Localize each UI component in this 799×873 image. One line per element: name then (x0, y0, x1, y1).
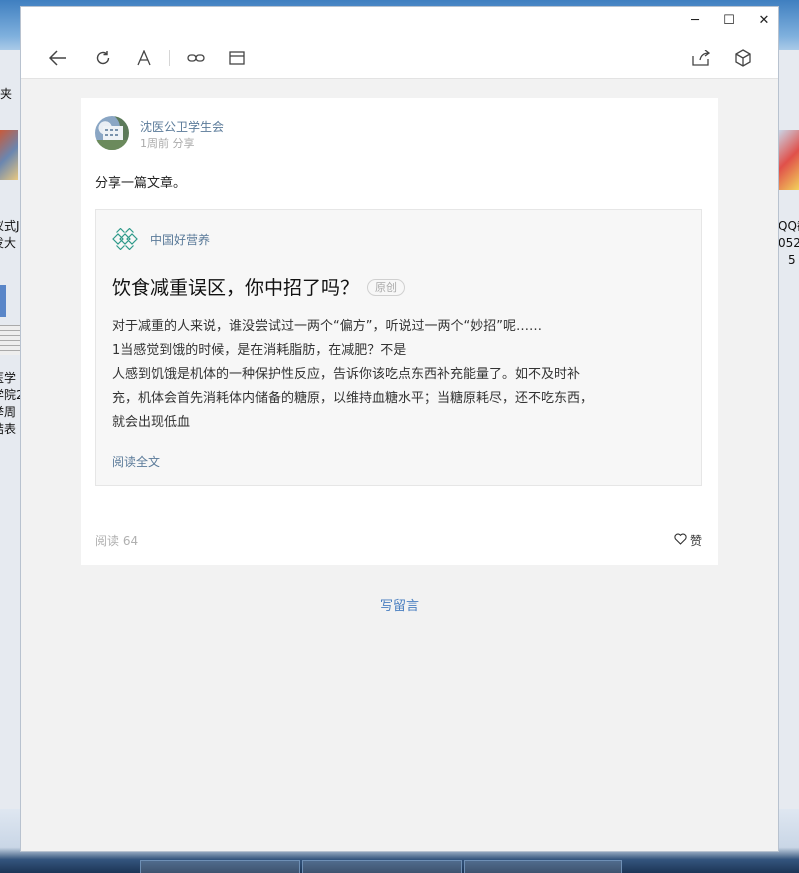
desktop-right-strip: QQ截 052 5 (778, 50, 799, 810)
taskbar-button[interactable] (140, 860, 300, 873)
read-count: 阅读 64 (95, 534, 139, 548)
desktop-file-label[interactable]: 5 (788, 252, 796, 269)
article-window: ─ ☐ ✕ 沈医公卫学生会 1周前 分享 分享一篇文章。 中国好营养 饮食减重误… (20, 6, 779, 852)
author-name[interactable]: 沈医公卫学生会 (140, 118, 224, 135)
desktop-file-label[interactable]: 发大 (0, 235, 20, 252)
article-title[interactable]: 饮食减重误区，你中招了吗？ 原创 (112, 273, 406, 300)
back-arrow-icon[interactable] (47, 47, 69, 69)
refresh-icon[interactable] (92, 47, 114, 69)
window-icon[interactable] (226, 47, 248, 69)
like-label: 赞 (689, 534, 702, 548)
desktop-file-label[interactable]: 医学 (0, 370, 20, 387)
read-full-link[interactable]: 阅读全文 (112, 453, 160, 470)
post-card: 沈医公卫学生会 1周前 分享 分享一篇文章。 中国好营养 饮食减重误区，你中招了… (81, 98, 718, 565)
source-name[interactable]: 中国好营养 (150, 231, 210, 248)
excerpt-line: 人感到饥饿是机体的一种保护性反应，告诉你该吃点东西补充能量了。如不及时补 (112, 367, 581, 382)
title-bar: ─ ☐ ✕ (21, 7, 778, 37)
desktop-file-label[interactable]: 052 (778, 235, 799, 252)
desktop-file-label[interactable]: 学院2 (0, 387, 20, 404)
excerpt-line: 对于减重的人来说，谁没尝试过一两个“偏方”，听说过一两个“妙招”呢…… (112, 319, 542, 334)
post-meta: 1周前 分享 (140, 137, 195, 150)
desktop-file-thumbnail[interactable] (0, 130, 18, 180)
avatar[interactable] (95, 116, 129, 150)
desktop-label: 夹 (0, 87, 13, 101)
shared-article[interactable]: 中国好营养 饮食减重误区，你中招了吗？ 原创 对于减重的人来说，谁没尝试过一两个“… (95, 209, 702, 486)
desktop-file-label[interactable]: QQ截 (778, 218, 799, 235)
desktop-file-label[interactable]: 仪式J (0, 218, 20, 235)
minimize-button[interactable]: ─ (683, 11, 707, 31)
desktop-file-thumbnail[interactable] (0, 285, 6, 317)
original-badge: 原创 (367, 279, 406, 296)
desktop-file-thumbnail[interactable] (0, 325, 20, 355)
excerpt-line: 1当感觉到饿的时候，是在消耗脂肪，在减肥？不是 (112, 343, 407, 358)
post-text: 分享一篇文章。 (95, 176, 187, 191)
taskbar (0, 859, 799, 873)
box-icon[interactable] (732, 47, 754, 69)
close-button[interactable]: ✕ (752, 11, 776, 31)
desktop-file-label[interactable]: 举周 (0, 404, 20, 421)
article-excerpt: 对于减重的人来说，谁没尝试过一两个“偏方”，听说过一两个“妙招”呢…… 1当感觉… (112, 315, 688, 435)
taskbar-button[interactable] (464, 860, 622, 873)
source-logo-icon (112, 227, 138, 251)
excerpt-line: 充，机体会首先消耗体内储备的糖原，以维持血糖水平；当糖原耗尽，还不吃东西， (112, 391, 594, 406)
share-icon[interactable] (690, 47, 712, 69)
maximize-button[interactable]: ☐ (717, 11, 741, 31)
desktop-file-thumbnail[interactable] (778, 130, 799, 190)
desktop-file-label[interactable]: 结表 (0, 421, 20, 438)
link-icon[interactable] (185, 47, 207, 69)
like-button[interactable]: 赞 (674, 532, 702, 549)
article-title-text[interactable]: 饮食减重误区，你中招了吗？ (112, 277, 359, 299)
heart-icon (674, 533, 687, 548)
excerpt-line: 就会出现低血 (112, 415, 191, 430)
desktop-left-strip: 夹 仪式J 发大 医学 学院2 举周 结表 (0, 50, 20, 810)
toolbar-divider (169, 50, 170, 66)
toolbar (21, 37, 778, 79)
font-icon[interactable] (133, 47, 155, 69)
write-comment-link[interactable]: 写留言 (21, 595, 778, 614)
taskbar-button[interactable] (302, 860, 462, 873)
